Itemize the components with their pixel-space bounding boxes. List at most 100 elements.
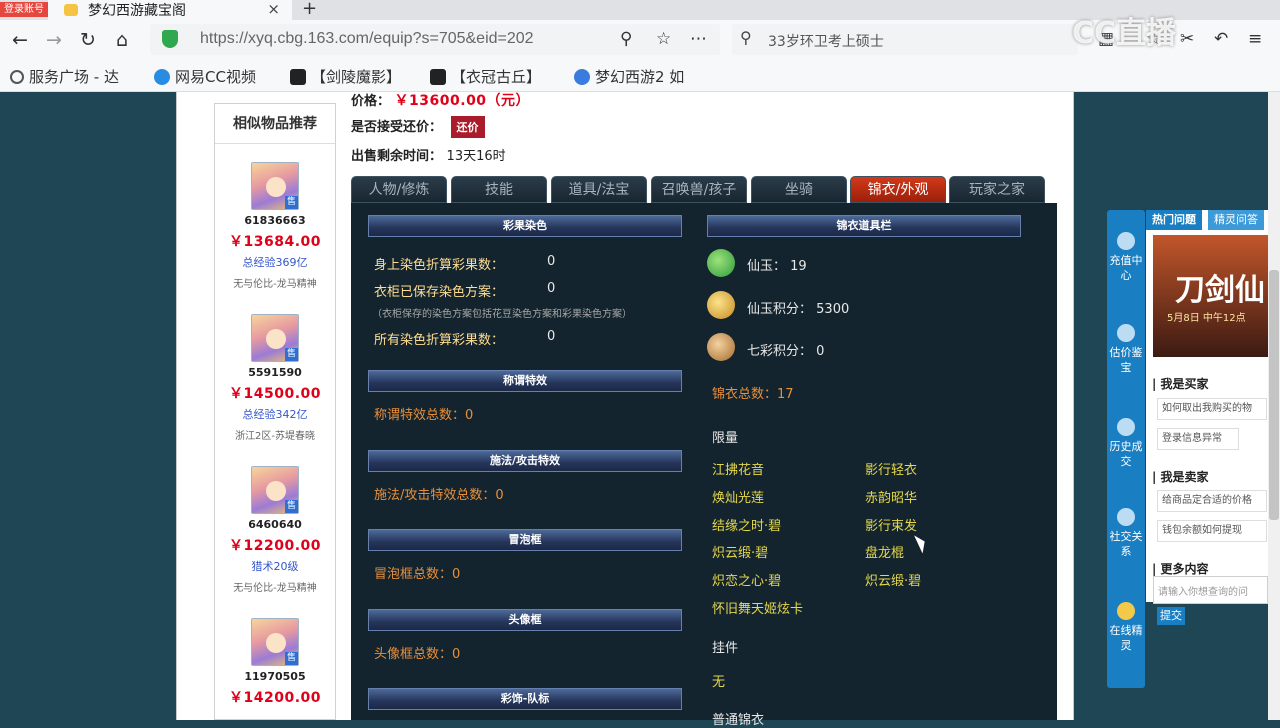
bookmark-item[interactable]: 服务广场 - 达	[10, 66, 119, 87]
bookmark-item[interactable]: 【衣冠古丘】	[430, 66, 541, 87]
dashen-icon	[290, 68, 306, 85]
faq-link[interactable]: 登录信息异常	[1157, 428, 1239, 450]
price-label: 价格：	[351, 94, 391, 109]
undo-icon[interactable]: ↶	[1214, 29, 1228, 49]
item-exp: 总经验342亿	[242, 408, 308, 421]
menu-icon[interactable]: ≡	[1248, 29, 1262, 49]
remaining-time-row: 出售剩余时间： 13天16时	[351, 145, 506, 164]
scrollbar-thumb[interactable]	[1269, 270, 1279, 520]
game-banner[interactable]: 刀剑仙 5月8日 中午12点	[1153, 235, 1268, 357]
xianyu-icon	[707, 249, 735, 277]
zoom-icon[interactable]: ⚲	[620, 29, 632, 49]
globe-icon	[10, 69, 24, 84]
bookmark-item[interactable]: 网易CC视频	[154, 66, 256, 87]
dye-total-label: 所有染色折算彩果数：	[374, 333, 505, 348]
limited-item[interactable]: 结缘之时·碧	[712, 515, 781, 534]
submit-button[interactable]: 提交	[1157, 607, 1185, 625]
question-input[interactable]: 请输入你想查询的问	[1153, 576, 1268, 604]
social-button[interactable]: 社交关系	[1107, 508, 1145, 559]
appraise-button[interactable]: 估价鉴宝	[1107, 324, 1145, 375]
tab-hot-questions[interactable]: 热门问题	[1146, 210, 1202, 230]
tab-sprite-qa[interactable]: 精灵问答	[1208, 210, 1264, 230]
pendant-title: 挂件	[712, 641, 739, 656]
sprite-avatar-icon	[1117, 602, 1135, 620]
tab-appearance[interactable]: 锦衣/外观	[850, 176, 946, 203]
banner-subtitle: 5月8日 中午12点	[1167, 313, 1246, 324]
social-icon	[1117, 508, 1135, 526]
character-avatar[interactable]: 售	[251, 618, 299, 666]
scissors-icon[interactable]: ✂	[1180, 29, 1194, 49]
item-exp: 猎术20级	[251, 560, 299, 573]
faq-link[interactable]: 给商品定合适的价格	[1157, 490, 1267, 512]
item-price: ￥14200.00	[228, 690, 321, 706]
faq-link[interactable]: 如何取出我购买的物	[1157, 398, 1267, 420]
item-id: 61836663	[244, 214, 306, 227]
haggle-button[interactable]: 还价	[450, 116, 485, 138]
price-value: ￥13600.00（元）	[394, 93, 531, 109]
bubble-frame-total: 冒泡框总数：0	[374, 567, 461, 582]
faq-link[interactable]: 钱包余额如何提现	[1157, 520, 1267, 542]
similar-item[interactable]: 售 61836663 ￥13684.00 总经验369亿 无与伦比-龙马精神	[215, 162, 335, 290]
bookmark-item[interactable]: 梦幻西游2 如	[574, 66, 684, 87]
similar-item[interactable]: 售 5591590 ￥14500.00 总经验342亿 浙江2区-苏堤春晓	[215, 314, 335, 442]
item-server: 无与伦比-龙马精神	[233, 279, 317, 290]
browser-tab[interactable]: 梦幻西游藏宝阁 ×	[48, 0, 292, 20]
limited-item[interactable]: 炽云缎·碧	[712, 542, 768, 561]
online-sprite-button[interactable]: 在线精灵	[1107, 602, 1145, 653]
similar-item[interactable]: 售 11970505 ￥14200.00	[215, 618, 335, 707]
back-icon[interactable]: ←	[12, 29, 28, 51]
new-tab-icon[interactable]: +	[302, 0, 317, 19]
dye-note: （衣柜保存的染色方案包括花豆染色方案和彩果染色方案）	[372, 309, 632, 320]
sidebar-title: 相似物品推荐	[215, 104, 335, 144]
limited-item[interactable]: 影行束发	[865, 515, 917, 534]
home-icon[interactable]: ⌂	[116, 29, 128, 51]
recharge-button[interactable]: 充值中心	[1107, 232, 1145, 283]
haggle-row: 是否接受还价： 还价	[351, 116, 485, 138]
dye-wardrobe-value: 0	[547, 281, 556, 296]
tab-mounts[interactable]: 坐骑	[751, 176, 847, 203]
limited-item[interactable]: 影行轻衣	[865, 459, 917, 478]
item-id: 5591590	[248, 366, 302, 379]
bookmark-item[interactable]: 【剑陵魔影】	[290, 66, 401, 87]
limited-item[interactable]: 炽云缎·碧	[865, 570, 921, 589]
limited-item[interactable]: 盘龙棍	[865, 542, 904, 561]
more-icon[interactable]: ⋯	[690, 29, 707, 49]
star-icon[interactable]: ☆	[656, 29, 671, 49]
tab-character[interactable]: 人物/修炼	[351, 176, 447, 203]
limited-item[interactable]: 炽恋之心·碧	[712, 570, 781, 589]
character-avatar[interactable]: 售	[251, 314, 299, 362]
rainbow-points-icon	[707, 333, 735, 361]
appraise-icon	[1117, 324, 1135, 342]
paw-icon	[574, 68, 590, 85]
character-avatar[interactable]: 售	[251, 466, 299, 514]
dye-body-value: 0	[547, 254, 556, 269]
limited-item[interactable]: 怀旧舞天姬炫卡	[712, 598, 803, 617]
more-title: | 更多内容	[1152, 562, 1209, 576]
url-text[interactable]: https://xyq.cbg.163.com/equip?s=705&eid=…	[200, 30, 605, 48]
seller-title: | 我是卖家	[1152, 470, 1209, 484]
tab-skills[interactable]: 技能	[451, 176, 547, 203]
jinyi-total: 锦衣总数：17	[712, 387, 794, 402]
similar-item[interactable]: 售 6460640 ￥12200.00 猎术20级 无与伦比-龙马精神	[215, 466, 335, 594]
limited-item[interactable]: 焕灿光莲	[712, 487, 764, 506]
tab-title: 梦幻西游藏宝阁	[88, 3, 186, 19]
tab-items[interactable]: 道具/法宝	[551, 176, 647, 203]
forward-icon[interactable]: →	[46, 29, 62, 51]
tab-home[interactable]: 玩家之家	[949, 176, 1045, 203]
tab-close-icon[interactable]: ×	[267, 0, 280, 18]
tab-pets[interactable]: 召唤兽/孩子	[651, 176, 747, 203]
security-shield-icon	[162, 30, 178, 48]
remain-value: 13天16时	[446, 149, 506, 164]
history-button[interactable]: 历史成交	[1107, 418, 1145, 469]
limited-item[interactable]: 江拂花音	[712, 459, 764, 478]
dashen-icon	[430, 68, 446, 85]
item-id: 6460640	[248, 518, 302, 531]
limited-item[interactable]: 赤韵昭华	[865, 487, 917, 506]
title-effect-total: 称谓特效总数：0	[374, 408, 474, 423]
remain-label: 出售剩余时间：	[351, 149, 443, 164]
login-badge[interactable]: 登录账号	[0, 2, 48, 17]
reload-icon[interactable]: ↻	[80, 29, 96, 51]
item-price: ￥12200.00	[228, 538, 321, 554]
search-text[interactable]: 33岁环卫考上硕士	[768, 31, 884, 51]
character-avatar[interactable]: 售	[251, 162, 299, 210]
